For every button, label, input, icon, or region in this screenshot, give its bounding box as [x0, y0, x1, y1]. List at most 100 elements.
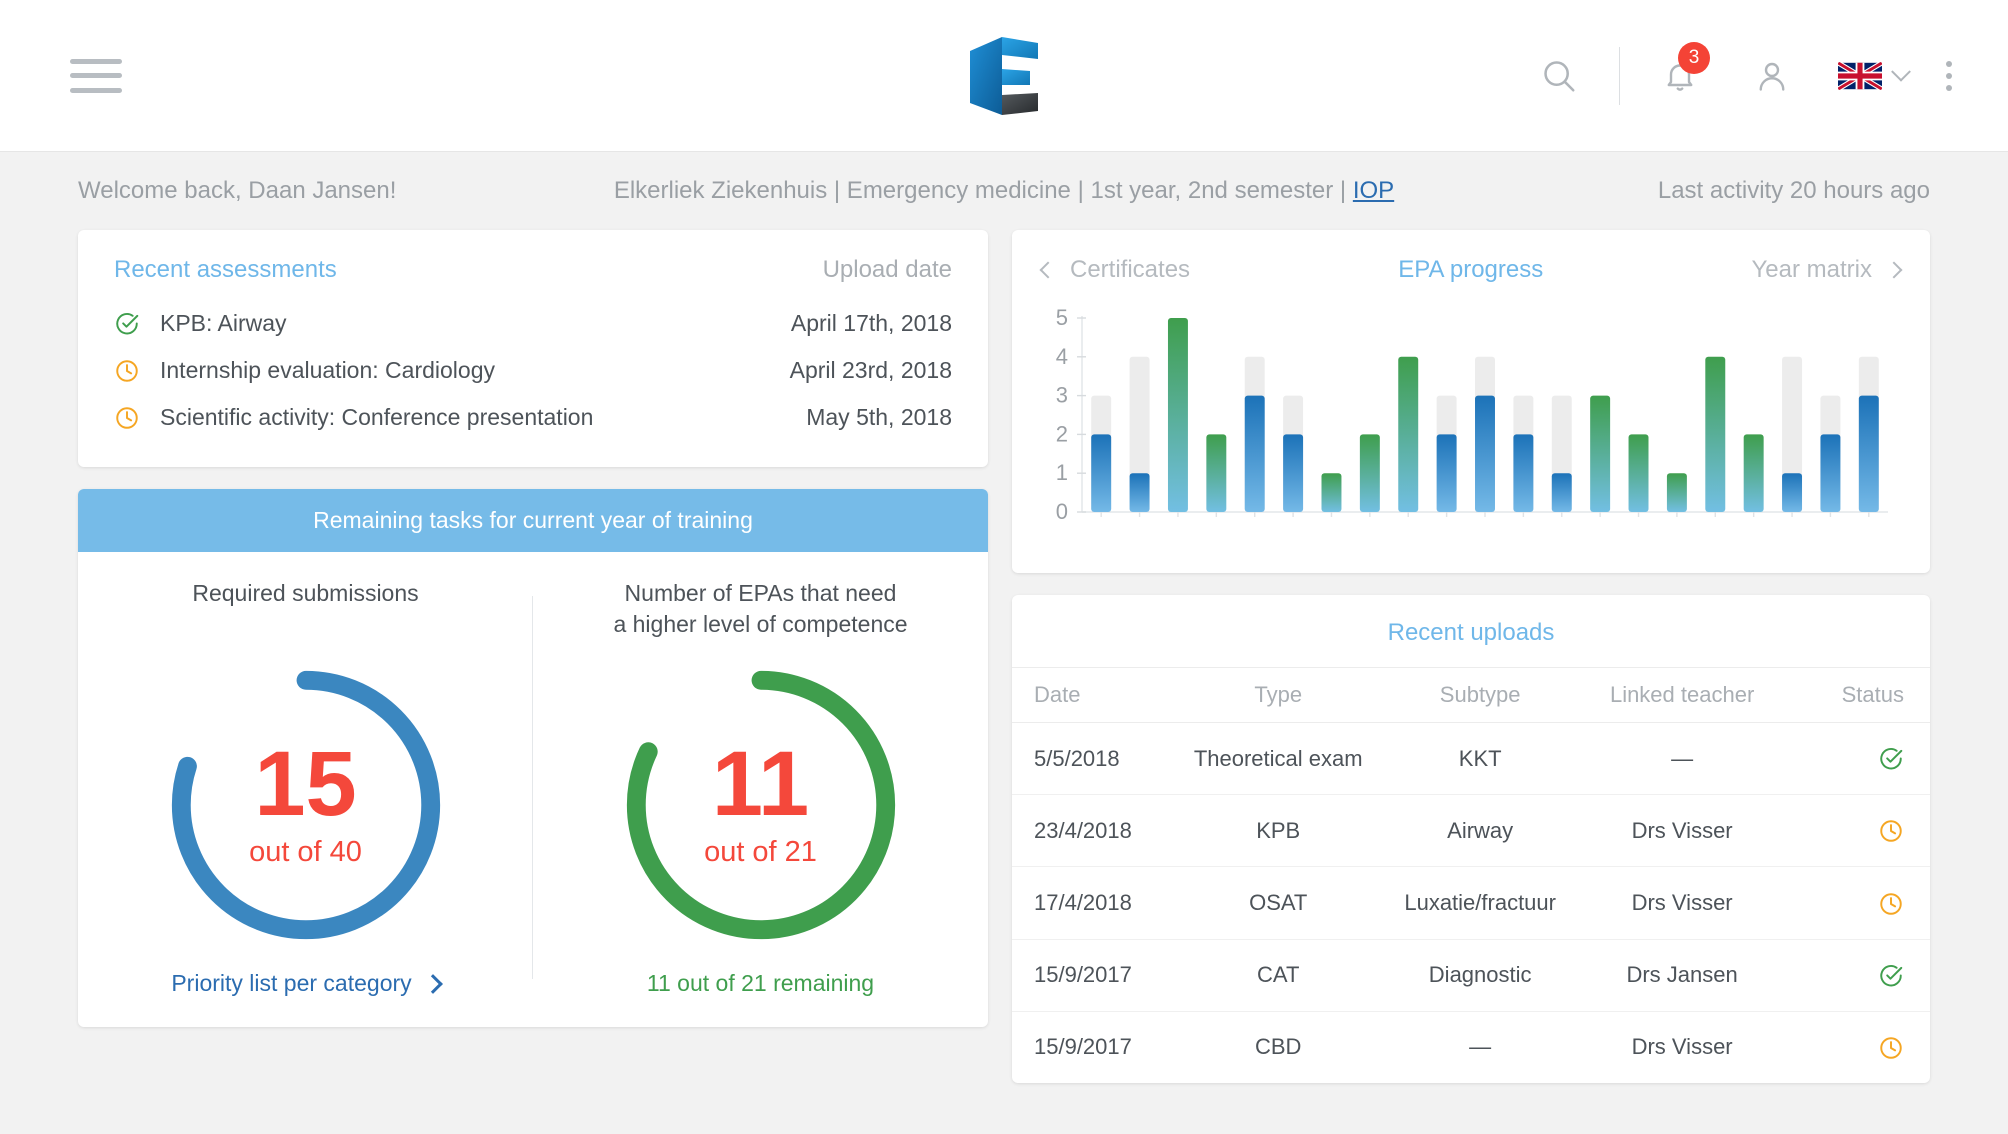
chart-bar[interactable] — [1436, 434, 1457, 512]
chart-bar[interactable] — [1129, 473, 1150, 512]
user-profile-icon[interactable] — [1740, 44, 1804, 108]
cell-status — [1783, 1011, 1930, 1083]
chart-bar[interactable] — [1091, 434, 1112, 512]
right-column: Certificates EPA progress Year matrix 0 1… — [1012, 230, 1930, 1083]
column-header-status: Status — [1783, 667, 1930, 723]
recent-assessments-list: KPB: Airway April 17th, 2018 Internship ev… — [78, 294, 988, 467]
assessment-row[interactable]: KPB: Airway April 17th, 2018 — [114, 300, 952, 347]
chart-y-tick-label: 1 — [1056, 460, 1068, 485]
table-row[interactable]: 15/9/2017 CBD — Drs Visser — [1012, 1011, 1930, 1083]
assessment-date: April 23rd, 2018 — [789, 357, 952, 383]
chart-bar[interactable] — [1398, 356, 1419, 512]
table-row[interactable]: 15/9/2017 CAT Diagnostic Drs Jansen — [1012, 939, 1930, 1012]
epa-competence-label-line2: a higher level of competence — [613, 611, 908, 638]
iop-link[interactable]: IOP — [1353, 177, 1394, 204]
assessment-date: April 17th, 2018 — [790, 310, 952, 336]
cell-date: 23/4/2018 — [1012, 794, 1178, 868]
assessment-row[interactable]: Scientific activity: Conference presenta… — [114, 394, 952, 441]
chart-bar[interactable] — [1743, 434, 1764, 512]
required-submissions-total: out of 40 — [249, 836, 362, 869]
chevron-right-icon — [1885, 261, 1903, 279]
hamburger-menu-icon[interactable] — [70, 58, 122, 93]
cell-subtype: Airway — [1379, 794, 1582, 868]
epa-progress-header: Certificates EPA progress Year matrix — [1012, 230, 1930, 292]
table-header-row: Date Type Subtype Linked teacher Status — [1012, 667, 1930, 723]
search-icon[interactable] — [1527, 44, 1591, 108]
kebab-menu-icon[interactable] — [1946, 60, 1952, 91]
chevron-right-icon — [422, 973, 443, 994]
cell-status — [1783, 939, 1930, 1012]
cell-type: CAT — [1177, 939, 1380, 1012]
chart-y-tick-label: 4 — [1056, 344, 1068, 369]
left-column: Recent assessments Upload date KPB: Airw… — [78, 230, 988, 1083]
recent-uploads-card: Recent uploads Date Type Subtype Linked tea… — [1012, 595, 1930, 1083]
chart-bar[interactable] — [1475, 395, 1495, 512]
cell-linked-teacher: — — [1581, 722, 1784, 796]
chart-y-tick-label: 0 — [1056, 499, 1068, 524]
chart-bar[interactable] — [1283, 434, 1304, 512]
status-pending-icon — [1878, 1035, 1904, 1061]
recent-assessments-card: Recent assessments Upload date KPB: Airw… — [78, 230, 988, 467]
assessment-label: Scientific activity: Conference presenta… — [160, 404, 594, 430]
chart-y-tick-label: 5 — [1056, 308, 1068, 330]
chart-bar[interactable] — [1590, 395, 1611, 512]
chart-bar[interactable] — [1628, 434, 1649, 512]
assessment-date: May 5th, 2018 — [806, 404, 952, 430]
table-row[interactable]: 17/4/2018 OSAT Luxatie/fractuur Drs Visser — [1012, 866, 1930, 940]
chart-bar[interactable] — [1206, 434, 1227, 512]
chart-bar[interactable] — [1167, 318, 1188, 512]
language-selector[interactable] — [1838, 61, 1911, 90]
cell-linked-teacher: Drs Visser — [1581, 794, 1784, 868]
cell-status — [1783, 794, 1930, 868]
priority-list-link[interactable]: Priority list per category — [171, 970, 443, 997]
chart-bar[interactable] — [1321, 473, 1342, 512]
app-logo[interactable] — [956, 33, 1052, 119]
chart-y-tick-label: 3 — [1056, 383, 1068, 408]
welcome-bar: Welcome back, Daan Jansen! Elkerliek Zie… — [78, 152, 1930, 230]
priority-list-link-label: Priority list per category — [171, 970, 412, 996]
status-approved-icon — [1878, 746, 1904, 772]
chart-bar[interactable] — [1551, 473, 1572, 512]
assessment-row[interactable]: Internship evaluation: Cardiology April 2… — [114, 347, 952, 394]
epa-competence-value: 11 — [711, 732, 810, 835]
prev-panel-button[interactable]: Certificates — [1039, 256, 1190, 284]
table-body: 5/5/2018 Theoretical exam KKT —23/4/2018 KPB… — [1012, 722, 1930, 1083]
cell-type: OSAT — [1177, 866, 1380, 940]
chart-bar[interactable] — [1820, 434, 1841, 512]
epa-remaining-text: 11 out of 21 remaining — [646, 970, 875, 996]
chevron-down-icon — [1891, 61, 1911, 82]
column-header-type: Type — [1177, 667, 1380, 723]
table-row[interactable]: 5/5/2018 Theoretical exam KKT — — [1012, 722, 1930, 796]
notification-count-badge: 3 — [1678, 41, 1710, 74]
epa-competence-label-line1: Number of EPAs that need — [624, 580, 897, 606]
next-panel-button[interactable]: Year matrix — [1751, 256, 1903, 284]
recent-uploads-table: Date Type Subtype Linked teacher Status 5/5/… — [1012, 667, 1930, 1083]
chart-bar[interactable] — [1858, 395, 1879, 512]
chart-bar[interactable] — [1666, 473, 1687, 512]
training-context: Elkerliek Ziekenhuis | Emergency medicin… — [614, 177, 1394, 205]
chart-bar[interactable] — [1359, 434, 1380, 512]
column-header-subtype: Subtype — [1379, 667, 1582, 723]
chart-y-tick-label: 2 — [1056, 421, 1068, 446]
remaining-tasks-body: Required submissions 15 out of 40 Priori… — [78, 552, 988, 1027]
table-row[interactable]: 23/4/2018 KPB Airway Drs Visser — [1012, 794, 1930, 868]
column-header-date: Date — [1012, 667, 1178, 723]
status-pending-icon — [1878, 818, 1904, 844]
status-pending-icon — [114, 405, 140, 431]
welcome-greeting: Welcome back, Daan Jansen! — [78, 177, 397, 204]
chart-bar[interactable] — [1513, 434, 1534, 512]
required-submissions-donut: 15 out of 40 — [161, 660, 451, 950]
notifications-bell-icon[interactable]: 3 — [1648, 41, 1712, 108]
assessment-label: KPB: Airway — [160, 310, 287, 336]
chart-bar[interactable] — [1244, 395, 1265, 512]
dashboard-content: Recent assessments Upload date KPB: Airw… — [0, 230, 2008, 1083]
cell-type: CBD — [1254, 1034, 1302, 1060]
chevron-left-icon — [1039, 261, 1057, 279]
chart-bar[interactable] — [1782, 473, 1803, 512]
epa-competence-total: out of 21 — [704, 836, 817, 869]
recent-assessments-title[interactable]: Recent assessments — [114, 256, 337, 284]
chart-bar[interactable] — [1705, 356, 1726, 512]
cell-status — [1783, 866, 1930, 940]
recent-uploads-title[interactable]: Recent uploads — [1012, 595, 1930, 667]
epa-competence-donut: 11 out of 21 — [616, 660, 906, 950]
